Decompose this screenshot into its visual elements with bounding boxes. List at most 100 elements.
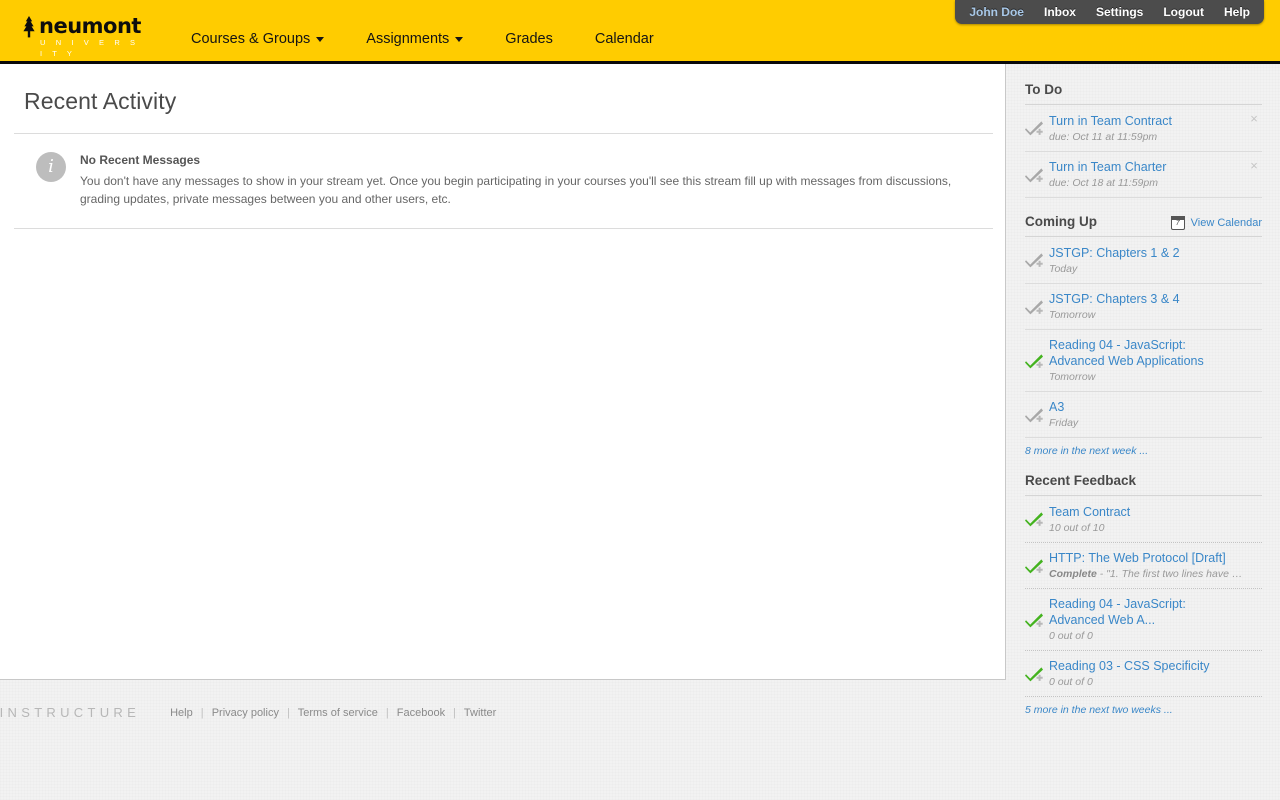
green-check-plus-icon: [1025, 666, 1043, 681]
coming-up-item-title[interactable]: Reading 04 - JavaScript: Advanced Web Ap…: [1049, 337, 1244, 369]
footer-inner: BY INSTRUCTURE Help | Privacy policy | T…: [0, 705, 496, 720]
grey-check-plus-icon: [1025, 167, 1043, 182]
tree-mark-icon: [23, 16, 35, 38]
nav-label-calendar[interactable]: Calendar: [574, 31, 675, 47]
coming-up-item-title[interactable]: JSTGP: Chapters 1 & 2: [1049, 245, 1244, 261]
nav-item-calendar[interactable]: Calendar: [574, 31, 675, 47]
chevron-down-icon: [455, 36, 464, 42]
view-calendar-link[interactable]: View Calendar: [1170, 216, 1262, 230]
main-content-panel: Recent Activity No Recent Messages You d…: [0, 64, 1006, 680]
feedback-item-title[interactable]: Reading 03 - CSS Specificity: [1049, 658, 1244, 674]
footer-separator: |: [200, 706, 204, 719]
coming-up-list-item[interactable]: JSTGP: Chapters 3 & 4 Tomorrow: [1025, 284, 1262, 330]
view-calendar-label: View Calendar: [1190, 217, 1262, 229]
green-check-plus-icon: [1025, 558, 1043, 573]
green-check-plus-icon: [1025, 353, 1043, 368]
logo-subtitle: U N I V E R S I T Y: [40, 38, 140, 58]
recent-feedback-list-item[interactable]: Team Contract 10 out of 10: [1025, 496, 1262, 543]
page-title: Recent Activity: [24, 88, 177, 114]
info-icon: [36, 152, 66, 182]
coming-up-item-when: Friday: [1049, 417, 1079, 429]
user-name-link[interactable]: John Doe: [969, 5, 1024, 19]
nav-label-courses-and-groups: Courses & Groups: [191, 31, 311, 47]
coming-up-list-item[interactable]: JSTGP: Chapters 1 & 2 Today: [1025, 237, 1262, 284]
nav-item-assignments[interactable]: Assignments: [345, 31, 484, 47]
coming-up-list-item[interactable]: Reading 04 - JavaScript: Advanced Web Ap…: [1025, 330, 1262, 392]
coming-up-more-link[interactable]: 8 more in the next week ...: [1025, 445, 1262, 457]
feedback-item-title[interactable]: Reading 04 - JavaScript: Advanced Web A.…: [1049, 596, 1244, 628]
recent-feedback-list-item[interactable]: HTTP: The Web Protocol [Draft] Complete …: [1025, 543, 1262, 589]
empty-body: No Recent Messages You don't have any me…: [80, 152, 985, 208]
nav-label-grades[interactable]: Grades: [484, 31, 574, 47]
grey-check-plus-icon: [1025, 407, 1043, 422]
nav-item-grades[interactable]: Grades: [484, 31, 574, 47]
footer-brand: BY INSTRUCTURE: [0, 705, 141, 720]
neumont-university-logo[interactable]: neumont U N I V E R S I T Y: [20, 14, 150, 58]
feedback-item-detail: 0 out of 0: [1049, 630, 1093, 642]
right-sidebar: To Do Turn in Team Contract due: Oct 11 …: [1007, 64, 1280, 716]
coming-up-item-when: Today: [1049, 263, 1078, 275]
footer-separator: |: [453, 706, 457, 719]
footer-separator: |: [385, 706, 389, 719]
primary-navigation: Courses & Groups Assignments Grades Cale…: [170, 31, 675, 47]
feedback-item-score: Complete - "1. The first two lines have …: [1049, 568, 1244, 581]
no-recent-messages-block: No Recent Messages You don't have any me…: [24, 134, 985, 228]
close-icon[interactable]: ×: [1248, 112, 1260, 125]
content-inner: Recent Activity No Recent Messages You d…: [0, 64, 1005, 229]
page-wrapper: Recent Activity No Recent Messages You d…: [0, 64, 1280, 716]
todo-list: Turn in Team Contract due: Oct 11 at 11:…: [1025, 105, 1262, 198]
feedback-item-detail: 10 out of 10: [1049, 522, 1105, 534]
header-inner: John Doe Inbox Settings Logout Help neum…: [0, 0, 1280, 61]
feedback-item-status: Complete: [1049, 568, 1097, 580]
feedback-item-title[interactable]: Team Contract: [1049, 504, 1244, 520]
footer-link-privacy-policy[interactable]: Privacy policy: [212, 707, 279, 719]
coming-up-item-when: Tomorrow: [1049, 371, 1096, 383]
site-header: John Doe Inbox Settings Logout Help neum…: [0, 0, 1280, 64]
footer-links: Help | Privacy policy | Terms of service…: [170, 707, 496, 719]
footer-link-terms-of-service[interactable]: Terms of service: [298, 707, 378, 719]
feedback-item-detail: - "1. The first two lines have huge gap.…: [1099, 568, 1244, 580]
coming-up-item-title[interactable]: A3: [1049, 399, 1244, 415]
bottom-divider: [14, 228, 993, 229]
coming-up-item-title[interactable]: JSTGP: Chapters 3 & 4: [1049, 291, 1244, 307]
empty-state-text: You don't have any messages to show in y…: [80, 174, 952, 206]
footer-link-twitter[interactable]: Twitter: [464, 707, 496, 719]
logo-wordmark: neumont: [39, 14, 141, 38]
coming-up-label: Coming Up: [1025, 214, 1097, 229]
footer-link-facebook[interactable]: Facebook: [397, 707, 445, 719]
grey-check-plus-icon: [1025, 299, 1043, 314]
settings-link[interactable]: Settings: [1096, 5, 1143, 19]
site-footer: BY INSTRUCTURE Help | Privacy policy | T…: [0, 683, 1280, 800]
grey-check-plus-icon: [1025, 121, 1043, 136]
green-check-plus-icon: [1025, 612, 1043, 627]
identity-bar: John Doe Inbox Settings Logout Help: [955, 0, 1264, 24]
close-icon[interactable]: ×: [1248, 159, 1260, 172]
todo-heading: To Do: [1025, 82, 1262, 105]
nav-label-assignments: Assignments: [366, 31, 450, 47]
coming-up-list-item[interactable]: A3 Friday: [1025, 392, 1262, 438]
todo-item-due: due: Oct 18 at 11:59pm: [1049, 177, 1158, 189]
todo-list-item[interactable]: Turn in Team Charter due: Oct 18 at 11:5…: [1025, 152, 1262, 198]
nav-item-courses-and-groups[interactable]: Courses & Groups: [170, 31, 345, 47]
logout-link[interactable]: Logout: [1163, 5, 1204, 19]
coming-up-heading: Coming Up View Calendar: [1025, 214, 1262, 237]
recent-feedback-list-item[interactable]: Reading 04 - JavaScript: Advanced Web A.…: [1025, 589, 1262, 651]
recent-feedback-heading: Recent Feedback: [1025, 473, 1262, 496]
feedback-item-score: 0 out of 0: [1049, 630, 1244, 643]
help-link[interactable]: Help: [1224, 5, 1250, 19]
inbox-link[interactable]: Inbox: [1044, 5, 1076, 19]
feedback-item-title[interactable]: HTTP: The Web Protocol [Draft]: [1049, 550, 1244, 566]
footer-separator: |: [287, 706, 290, 719]
todo-list-item[interactable]: Turn in Team Contract due: Oct 11 at 11:…: [1025, 105, 1262, 152]
chevron-down-icon: [316, 36, 325, 42]
todo-item-title[interactable]: Turn in Team Charter: [1049, 159, 1244, 175]
coming-up-list: JSTGP: Chapters 1 & 2 Today JSTGP: Chapt…: [1025, 237, 1262, 438]
grey-check-plus-icon: [1025, 253, 1043, 268]
feedback-item-score: 10 out of 10: [1049, 522, 1244, 535]
coming-up-item-when: Tomorrow: [1049, 309, 1096, 321]
todo-item-title[interactable]: Turn in Team Contract: [1049, 113, 1244, 129]
recent-feedback-list: Team Contract 10 out of 10 HTTP: The Web…: [1025, 496, 1262, 697]
footer-link-help[interactable]: Help: [170, 707, 193, 719]
todo-item-due: due: Oct 11 at 11:59pm: [1049, 131, 1158, 143]
calendar-icon: [1170, 216, 1185, 230]
